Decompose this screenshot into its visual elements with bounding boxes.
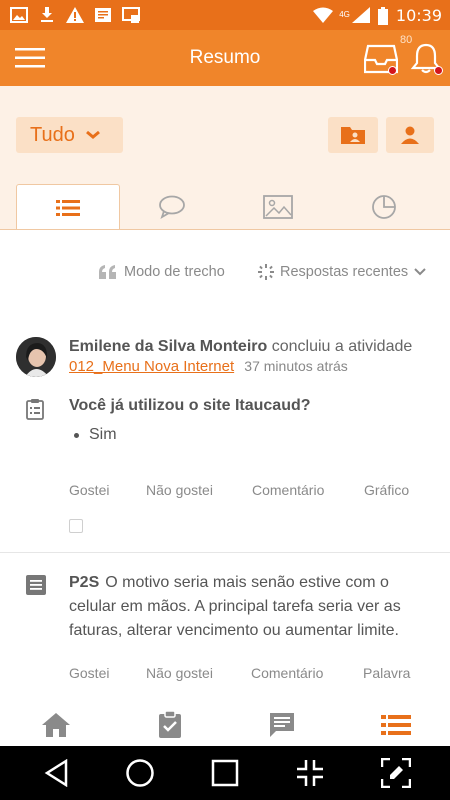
wifi-icon xyxy=(313,7,334,23)
notifications-button[interactable] xyxy=(406,40,446,78)
activity-verb: concluiu a atividade xyxy=(271,338,413,355)
answer-text: Sim xyxy=(89,426,117,443)
home-icon xyxy=(42,713,70,737)
feed-options: Modo de trecho Respostas recentes xyxy=(0,264,450,288)
back-icon xyxy=(44,759,68,787)
nav-home[interactable] xyxy=(36,708,76,742)
sort-label: Respostas recentes xyxy=(280,264,409,280)
clipboard-icon xyxy=(26,399,44,420)
excerpt-mode-label: Modo de trecho xyxy=(124,264,225,280)
folder-filter-button[interactable] xyxy=(328,117,378,153)
signal-icon xyxy=(351,7,370,23)
app-bar: Resumo 80 xyxy=(0,30,450,86)
clock: 10:39 xyxy=(395,5,442,25)
response-body: O motivo seria mais senão estive com o c… xyxy=(69,574,401,639)
avatar[interactable] xyxy=(16,337,56,377)
chevron-down-icon xyxy=(85,130,100,139)
chevron-down-icon xyxy=(414,268,426,276)
collapse-button[interactable] xyxy=(292,756,328,790)
scope-dropdown[interactable]: Tudo xyxy=(16,117,123,153)
notifications-badge-dot xyxy=(434,66,443,75)
avatar-photo xyxy=(16,337,56,377)
excerpt-mode-toggle[interactable]: Modo de trecho xyxy=(98,264,225,280)
view-tabs xyxy=(16,184,436,231)
tab-comments[interactable] xyxy=(120,184,224,230)
folder-user-icon xyxy=(341,127,365,144)
quote-icon xyxy=(99,265,116,279)
edit-screen-icon xyxy=(381,758,411,788)
image-icon xyxy=(263,195,293,219)
feed-divider xyxy=(0,552,450,553)
hamburger-icon xyxy=(15,48,45,68)
chart-button[interactable]: Gráfico xyxy=(364,482,409,498)
recents-button[interactable] xyxy=(207,756,243,790)
inbox-button[interactable] xyxy=(362,40,402,78)
user-icon xyxy=(401,126,419,144)
feed-content: Modo de trecho Respostas recentes Emilen… xyxy=(0,230,450,706)
chat-bubble-icon xyxy=(159,195,185,219)
nav-messages[interactable] xyxy=(262,708,302,742)
nav-activities[interactable] xyxy=(150,708,190,742)
download-icon xyxy=(38,7,56,23)
text-response-icon xyxy=(26,575,46,595)
loading-icon xyxy=(258,264,274,280)
activity-meta: 012_Menu Nova Internet 37 minutos atrás xyxy=(69,358,348,375)
feed-actions: Gostei Não gostei Comentário Gráfico xyxy=(69,482,439,502)
timestamp: 37 minutos atrás xyxy=(244,358,348,374)
tab-images[interactable] xyxy=(226,184,330,230)
pie-chart-icon xyxy=(372,195,396,219)
back-button[interactable] xyxy=(38,756,74,790)
home-button[interactable] xyxy=(122,756,158,790)
dislike-button[interactable]: Não gostei xyxy=(146,482,213,498)
status-bar: 4G 10:39 xyxy=(0,0,450,30)
list-icon xyxy=(56,200,80,216)
dislike-button[interactable]: Não gostei xyxy=(146,665,213,681)
activity-header: Emilene da Silva Monteiro concluiu a ati… xyxy=(69,338,412,356)
bullet-icon xyxy=(74,432,79,438)
filter-area: Tudo xyxy=(0,86,450,231)
respondent-name: P2S xyxy=(69,574,100,591)
bottom-nav xyxy=(0,706,450,746)
activity-link[interactable]: 012_Menu Nova Internet xyxy=(69,358,234,375)
message-icon xyxy=(270,713,294,737)
home-circle-icon xyxy=(126,759,154,787)
clipboard-check-icon xyxy=(159,711,181,738)
menu-button[interactable] xyxy=(0,30,60,86)
comment-button[interactable]: Comentário xyxy=(251,665,323,681)
battery-icon xyxy=(377,7,388,25)
author-name[interactable]: Emilene da Silva Monteiro xyxy=(69,338,267,355)
inbox-badge-dot xyxy=(388,66,397,75)
network-type-label: 4G xyxy=(339,9,350,19)
answer-item: Sim xyxy=(74,426,117,444)
message-notification-icon xyxy=(94,7,112,23)
user-filter-button[interactable] xyxy=(386,117,434,153)
warning-icon xyxy=(66,7,84,23)
comment-button[interactable]: Comentário xyxy=(252,482,324,498)
screen: 4G 10:39 Resumo 80 Tudo Modo de trecho R… xyxy=(0,0,450,800)
response-text: P2S O motivo seria mais senão estive com … xyxy=(69,571,439,643)
select-checkbox[interactable] xyxy=(69,519,83,533)
image-notification-icon xyxy=(10,7,28,23)
list-icon xyxy=(381,715,411,735)
like-button[interactable]: Gostei xyxy=(69,482,109,498)
edit-screen-button[interactable] xyxy=(378,756,414,790)
recents-icon xyxy=(211,759,239,787)
screenshot-notification-icon xyxy=(122,7,140,23)
tab-charts[interactable] xyxy=(332,184,436,230)
question-text: Você já utilizou o site Itaucaud? xyxy=(69,397,311,414)
sort-dropdown[interactable]: Respostas recentes xyxy=(258,264,426,280)
scope-label: Tudo xyxy=(30,123,75,146)
system-nav-bar xyxy=(0,746,450,800)
nav-feed[interactable] xyxy=(376,708,416,742)
collapse-icon xyxy=(297,760,323,786)
word-button[interactable]: Palavra xyxy=(363,665,410,681)
tab-list[interactable] xyxy=(16,184,120,231)
feed-actions: Gostei Não gostei Comentário Palavra xyxy=(69,665,439,685)
like-button[interactable]: Gostei xyxy=(69,665,109,681)
